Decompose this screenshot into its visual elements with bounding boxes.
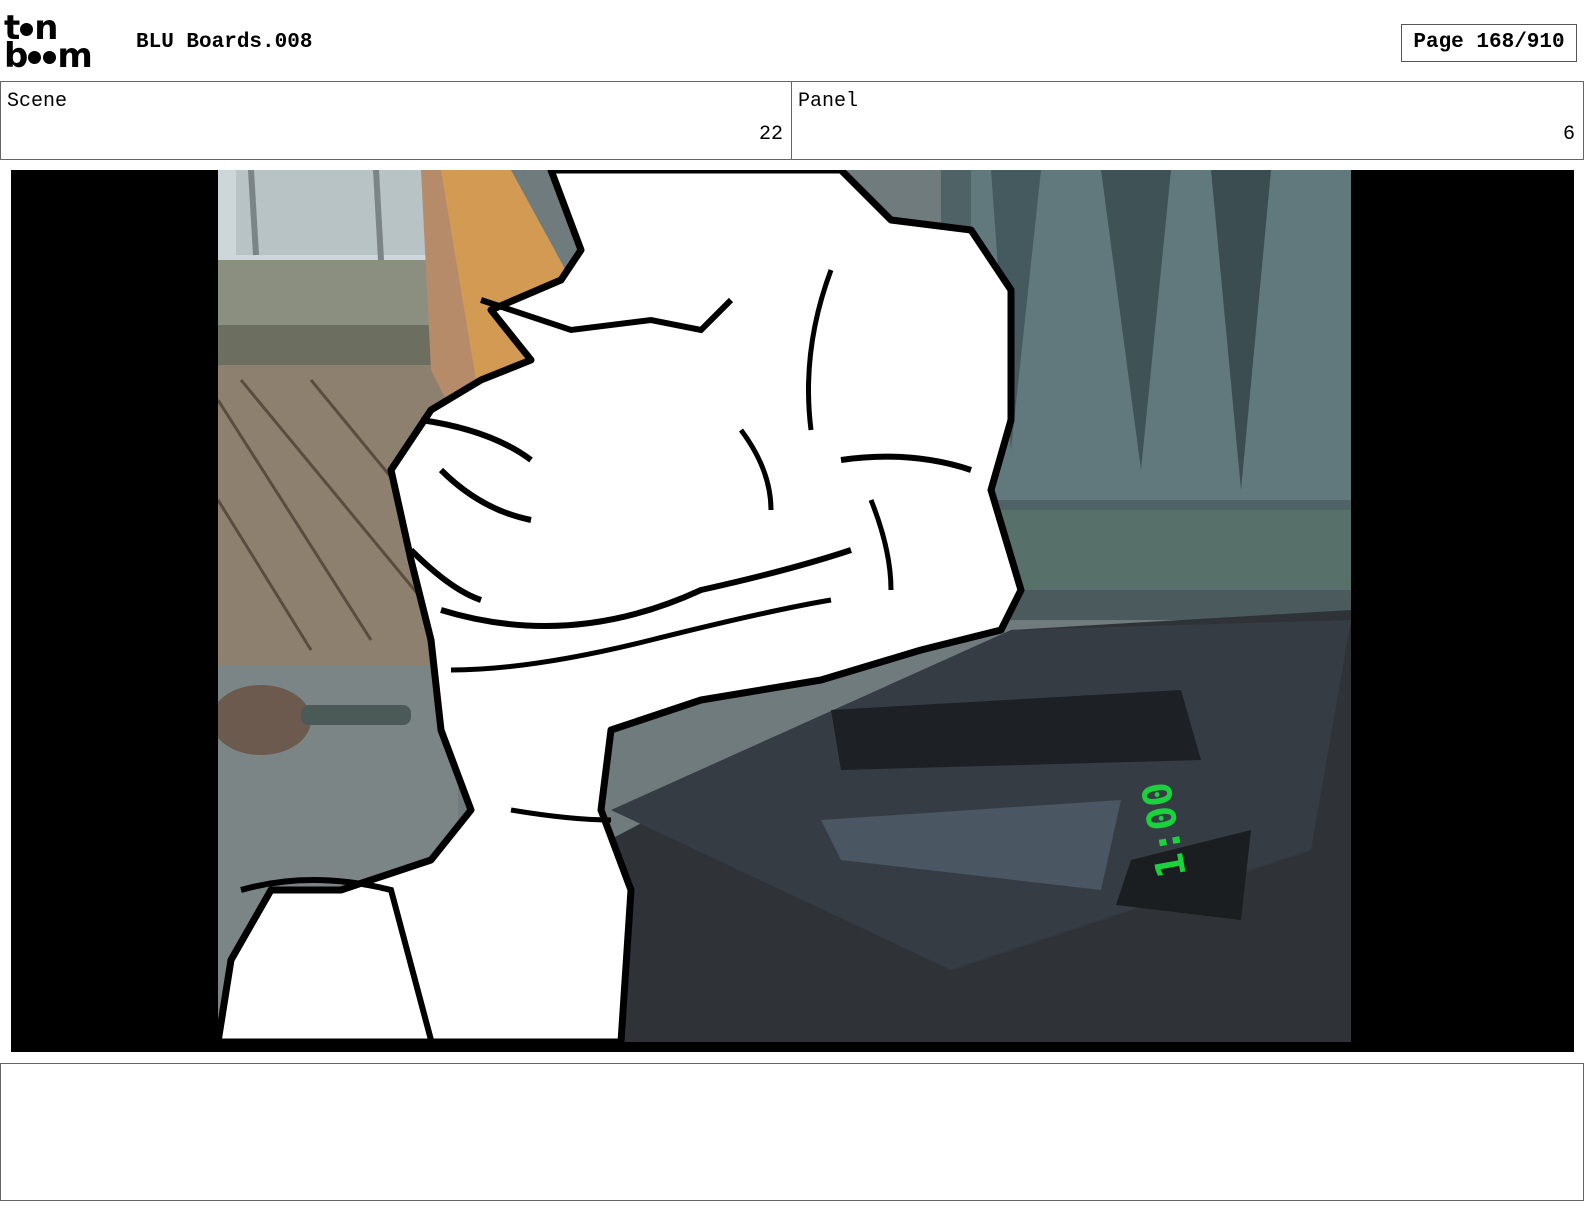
notes-box — [0, 1063, 1584, 1201]
storyboard-image: 1:00 — [11, 170, 1574, 1052]
panel-number: 6 — [1562, 123, 1575, 146]
scene-number: 22 — [758, 123, 783, 146]
scene-panel-row: Scene 22 Panel 6 — [0, 81, 1584, 160]
panel-label: Panel — [798, 90, 859, 113]
toonboom-logo: tn bm — [4, 11, 116, 76]
storyboard-frame: 1:00 — [11, 170, 1574, 1052]
scene-label: Scene — [7, 90, 68, 113]
document-title: BLU Boards.008 — [136, 31, 313, 54]
logo-bottom-row: bm — [4, 36, 93, 76]
panel-cell: Panel 6 — [792, 82, 1584, 159]
page-number: Page 168/910 — [1401, 24, 1577, 62]
scene-cell: Scene 22 — [0, 82, 792, 159]
